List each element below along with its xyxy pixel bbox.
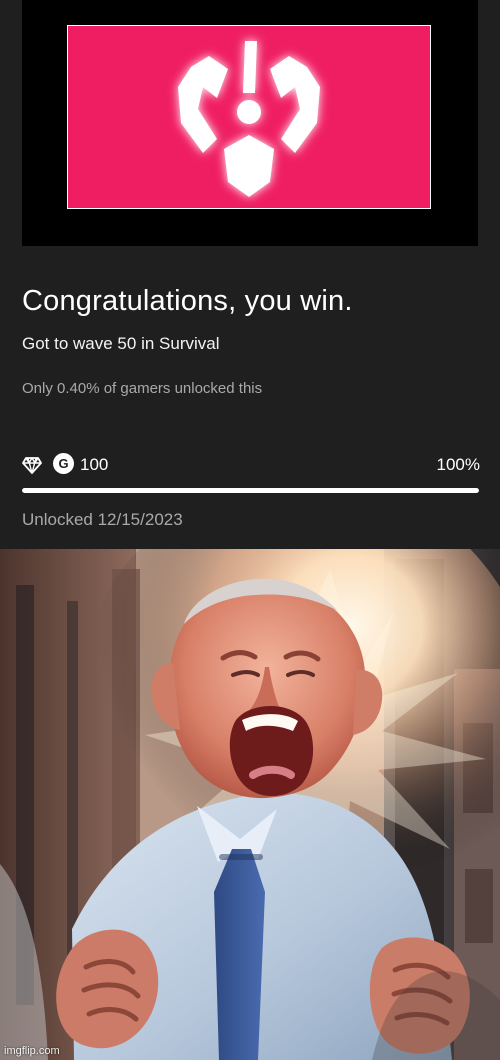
achievement-progress-fill <box>22 488 479 493</box>
gamerscore-value: 100 <box>80 455 109 474</box>
reaction-image: imgflip.com <box>0 549 500 1060</box>
shouting-man-illustration <box>0 549 500 1060</box>
exclamation-emblem-icon <box>178 41 320 197</box>
achievement-art-card <box>67 25 431 209</box>
achievement-title: Congratulations, you win. <box>22 285 353 317</box>
achievement-panel: Congratulations, you win. Got to wave 50… <box>0 0 500 548</box>
achievement-description: Got to wave 50 in Survival <box>22 334 220 353</box>
achievement-art-frame <box>22 0 478 246</box>
achievement-progress-bar <box>22 488 479 493</box>
imgflip-watermark: imgflip.com <box>4 1045 60 1057</box>
progress-percent: 100% <box>436 455 480 474</box>
achievement-stats-row: G 100 100% <box>22 451 480 479</box>
gamerscore-icon: G <box>53 453 74 474</box>
achievement-rarity: Only 0.40% of gamers unlocked this <box>22 380 263 397</box>
diamond-icon <box>22 457 42 474</box>
unlock-date: Unlocked 12/15/2023 <box>22 510 183 529</box>
